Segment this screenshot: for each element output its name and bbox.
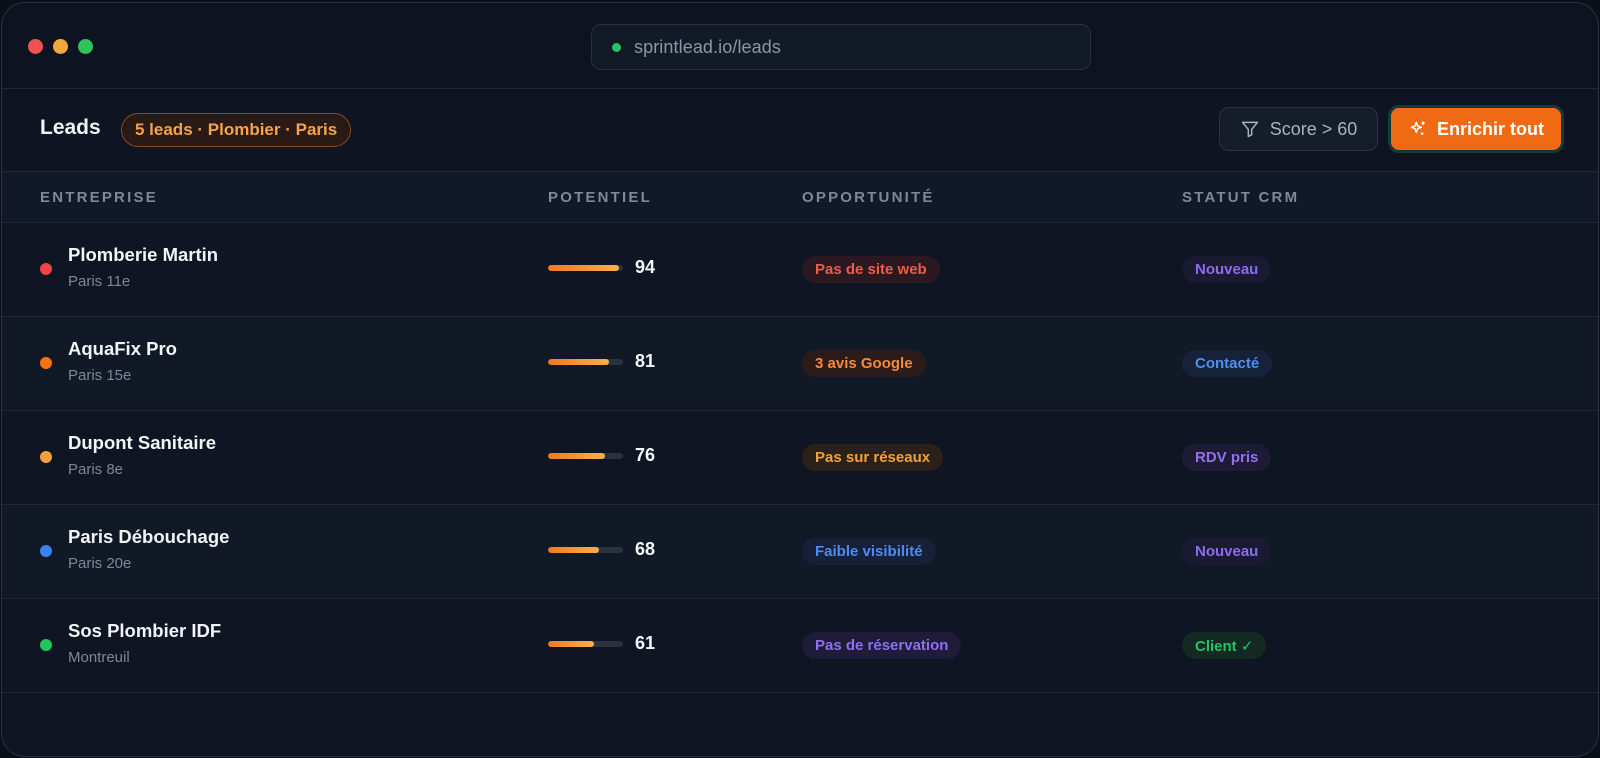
crm-status-badge[interactable]: RDV pris: [1182, 444, 1272, 471]
lead-status-dot: [40, 263, 52, 275]
url-text[interactable]: sprintlead.io/leads: [634, 37, 781, 58]
table-row[interactable]: AquaFix Pro Paris 15e 81 3 avis Google C…: [2, 317, 1598, 411]
potential-bar-fill: [548, 265, 619, 271]
close-window-button[interactable]: [28, 39, 43, 54]
address-bar[interactable]: sprintlead.io/leads: [591, 24, 1091, 70]
potential-score: 94: [635, 257, 656, 277]
potential-bar-fill: [548, 359, 609, 365]
column-header-company[interactable]: ENTREPRISE: [40, 189, 158, 206]
column-header-crm-status[interactable]: STATUT CRM: [1182, 189, 1299, 206]
page-title: Leads: [40, 116, 101, 139]
table-empty-space: [2, 693, 1598, 756]
potential-score: 76: [635, 445, 656, 465]
score-filter-button[interactable]: Score > 60: [1219, 107, 1378, 151]
company-name[interactable]: Plomberie Martin: [68, 244, 218, 266]
company-location: Paris 8e: [68, 461, 124, 478]
minimize-window-button[interactable]: [53, 39, 68, 54]
potential-score: 68: [635, 539, 656, 559]
enrich-all-button[interactable]: Enrichir tout: [1389, 106, 1563, 152]
company-cell: Plomberie Martin Paris 11e: [68, 244, 218, 290]
lead-status-dot: [40, 639, 52, 651]
browser-window: sprintlead.io/leads Leads 5 leads · Plom…: [1, 2, 1599, 757]
company-location: Paris 11e: [68, 273, 131, 290]
crm-status-badge[interactable]: Nouveau: [1182, 538, 1272, 565]
potential-bar: [548, 453, 623, 459]
filter-icon: [1241, 121, 1258, 138]
table-row[interactable]: Dupont Sanitaire Paris 8e 76 Pas sur rés…: [2, 411, 1598, 505]
opportunity-badge: Pas sur réseaux: [802, 444, 944, 471]
opportunity-badge: Faible visibilité: [802, 538, 936, 565]
column-header-potential[interactable]: POTENTIEL: [548, 189, 652, 206]
potential-bar-fill: [548, 547, 599, 553]
crm-status-badge[interactable]: Contacté: [1182, 350, 1273, 377]
company-location: Paris 20e: [68, 555, 132, 572]
potential-score: 81: [635, 351, 656, 371]
leads-count-badge: 5 leads · Plombier · Paris: [121, 113, 352, 147]
score-filter-label: Score > 60: [1269, 118, 1358, 139]
potential-bar: [548, 359, 623, 365]
leads-table-body: Plomberie Martin Paris 11e 94 Pas de sit…: [2, 223, 1598, 693]
lead-status-dot: [40, 545, 52, 557]
column-header-opportunity[interactable]: OPPORTUNITÉ: [802, 189, 935, 206]
window-controls: [28, 39, 93, 54]
opportunity-badge: 3 avis Google: [802, 350, 926, 377]
table-row[interactable]: Sos Plombier IDF Montreuil 61 Pas de rés…: [2, 599, 1598, 693]
browser-titlebar: sprintlead.io/leads: [2, 3, 1598, 89]
table-row[interactable]: Paris Débouchage Paris 20e 68 Faible vis…: [2, 505, 1598, 599]
table-header: ENTREPRISE POTENTIEL OPPORTUNITÉ STATUT …: [2, 172, 1598, 223]
potential-bar: [548, 265, 623, 271]
opportunity-badge: Pas de réservation: [802, 632, 962, 659]
sparkles-icon: [1410, 121, 1425, 135]
secure-indicator-icon: [612, 42, 621, 52]
potential-score: 61: [635, 633, 656, 653]
potential-bar-fill: [548, 641, 594, 647]
lead-status-dot: [40, 451, 52, 463]
company-name[interactable]: AquaFix Pro: [68, 338, 177, 360]
company-name[interactable]: Dupont Sanitaire: [68, 432, 216, 454]
company-location: Paris 15e: [68, 367, 132, 384]
table-row[interactable]: Plomberie Martin Paris 11e 94 Pas de sit…: [2, 223, 1598, 317]
lead-status-dot: [40, 357, 52, 369]
leads-toolbar: Leads 5 leads · Plombier · Paris Score >…: [2, 89, 1598, 172]
potential-bar: [548, 547, 623, 553]
company-location: Montreuil: [68, 649, 130, 666]
potential-bar: [548, 641, 623, 647]
company-cell: Paris Débouchage Paris 20e: [68, 526, 229, 572]
opportunity-badge: Pas de site web: [802, 256, 940, 283]
company-cell: Sos Plombier IDF Montreuil: [68, 620, 221, 666]
crm-status-badge[interactable]: Client ✓: [1182, 632, 1267, 659]
enrich-all-label: Enrichir tout: [1437, 118, 1544, 139]
company-name[interactable]: Sos Plombier IDF: [68, 620, 221, 642]
company-name[interactable]: Paris Débouchage: [68, 526, 229, 548]
company-cell: Dupont Sanitaire Paris 8e: [68, 432, 216, 478]
company-cell: AquaFix Pro Paris 15e: [68, 338, 177, 384]
maximize-window-button[interactable]: [78, 39, 93, 54]
potential-bar-fill: [548, 453, 605, 459]
crm-status-badge[interactable]: Nouveau: [1182, 256, 1272, 283]
